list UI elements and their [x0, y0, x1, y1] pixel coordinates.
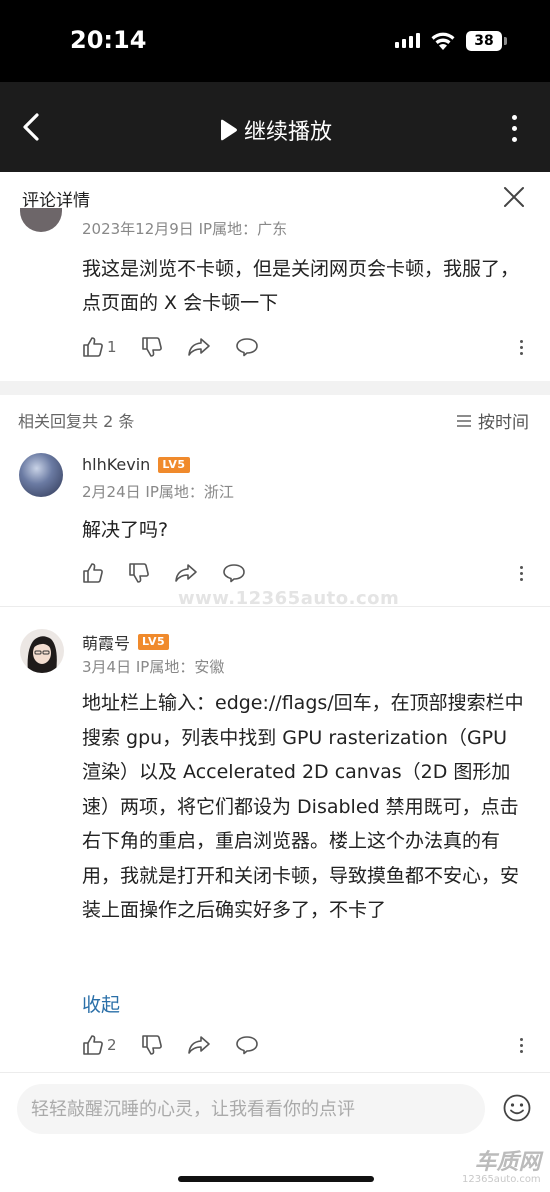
reply-2-date: 3月4日 — [82, 658, 132, 676]
main-comment-more-icon[interactable] — [520, 340, 523, 355]
comment-bubble-icon — [235, 338, 258, 357]
status-bar: 20:14 38 — [0, 0, 550, 82]
cellular-signal-icon — [395, 33, 420, 48]
back-arrow-icon[interactable] — [20, 112, 44, 142]
reply-2-text: 地址栏上输入：edge://flags/回车，在顶部搜索栏中搜索 gpu，列表中… — [82, 692, 524, 921]
main-comment-ip: IP属地：广东 — [198, 220, 288, 238]
thumbs-down-icon — [141, 1035, 162, 1055]
reply-2-avatar[interactable] — [20, 629, 64, 673]
like-button[interactable]: 1 — [82, 336, 117, 358]
play-icon — [221, 119, 237, 141]
brand-logo: 车质网 12365auto.com — [462, 1144, 541, 1185]
reply-2-username-row: 萌霞号 LV5 — [82, 630, 170, 654]
reply-2-ip: IP属地：安徽 — [135, 658, 225, 676]
reply-1-text: 解决了吗? — [82, 519, 169, 541]
close-icon[interactable] — [502, 185, 526, 209]
share-icon — [187, 1036, 210, 1054]
thumbs-up-icon — [83, 337, 103, 357]
collapse-link[interactable]: 收起 — [82, 990, 120, 1017]
like-count: 1 — [107, 338, 117, 356]
section-separator — [0, 381, 550, 395]
user-portrait-icon — [27, 636, 57, 673]
dislike-button[interactable] — [128, 562, 150, 584]
status-time: 20:14 — [70, 26, 147, 54]
sort-label: 按时间 — [478, 413, 529, 433]
brand-domain: 12365auto.com — [462, 1174, 541, 1185]
battery-icon: 38 — [466, 31, 502, 51]
dislike-button[interactable] — [141, 1034, 163, 1056]
level-badge: LV5 — [138, 634, 170, 650]
reply-2-actions: 2 — [82, 1034, 283, 1056]
comment-bubble-icon — [235, 1036, 258, 1055]
like-button[interactable] — [82, 562, 104, 584]
comment-bubble-icon — [223, 564, 245, 583]
comment-detail-sheet: 评论详情 2023年12月9日 IP属地：广东 我这是浏览不卡顿，但是关闭网页会… — [0, 172, 550, 1192]
reply-2-more-icon[interactable] — [520, 1038, 523, 1053]
more-menu-icon[interactable] — [512, 115, 517, 142]
video-header: 继续播放 — [0, 82, 550, 172]
sort-by-time-button[interactable]: 按时间 — [456, 408, 529, 433]
main-comment-date: 2023年12月9日 — [82, 220, 194, 238]
continue-play-label: 继续播放 — [244, 120, 333, 145]
reply-2-meta: 3月4日 IP属地：安徽 — [82, 656, 224, 677]
share-button[interactable] — [187, 336, 211, 358]
comment-input-box[interactable] — [17, 1084, 485, 1134]
reply-1-avatar[interactable] — [19, 453, 63, 497]
thumbs-down-icon — [141, 337, 162, 357]
reply-count-label: 相关回复共 2 条 — [18, 412, 135, 431]
dislike-button[interactable] — [141, 336, 163, 358]
share-icon — [175, 564, 197, 582]
brand-name: 车质网 — [474, 1150, 541, 1175]
comment-button[interactable] — [235, 1034, 259, 1056]
level-badge: LV5 — [158, 456, 190, 473]
main-comment-text: 我这是浏览不卡顿，但是关闭网页会卡顿，我服了，点页面的 X 会卡顿一下 — [82, 258, 520, 314]
footer-divider — [0, 1072, 550, 1073]
reply-1-date: 2月24日 — [82, 483, 141, 501]
reply-1-meta: 2月24日 IP属地：浙江 — [82, 481, 234, 502]
reply-1-username-row: hlhKevin LV5 — [82, 455, 190, 474]
share-button[interactable] — [174, 562, 198, 584]
share-button[interactable] — [187, 1034, 211, 1056]
reply-divider — [0, 606, 550, 607]
comment-button[interactable] — [235, 336, 259, 358]
top-dark-area: 20:14 38 继续播放 — [0, 0, 550, 172]
like-count: 2 — [107, 1036, 117, 1054]
battery-nub — [504, 37, 507, 45]
comment-button[interactable] — [222, 562, 246, 584]
reply-2-username[interactable]: 萌霞号 — [82, 630, 130, 654]
like-button[interactable]: 2 — [82, 1034, 117, 1056]
thumbs-up-icon — [83, 1035, 103, 1055]
main-comment-avatar[interactable] — [20, 208, 62, 232]
main-comment-meta: 2023年12月9日 IP属地：广东 — [82, 218, 287, 239]
share-icon — [187, 338, 210, 356]
home-indicator — [178, 1176, 374, 1182]
wifi-icon — [431, 32, 455, 50]
continue-play-button[interactable]: 继续播放 — [218, 114, 332, 146]
reply-1-more-icon[interactable] — [520, 566, 523, 581]
thumbs-up-icon — [83, 563, 103, 583]
reply-1-actions — [82, 562, 270, 584]
reply-1-ip: IP属地：浙江 — [145, 483, 234, 501]
thumbs-down-icon — [129, 563, 149, 583]
reply-1-username[interactable]: hlhKevin — [82, 455, 150, 474]
comment-input[interactable] — [17, 1084, 485, 1134]
list-sort-icon — [457, 414, 471, 427]
emoji-icon[interactable] — [502, 1093, 532, 1123]
main-comment-actions: 1 — [82, 336, 283, 358]
